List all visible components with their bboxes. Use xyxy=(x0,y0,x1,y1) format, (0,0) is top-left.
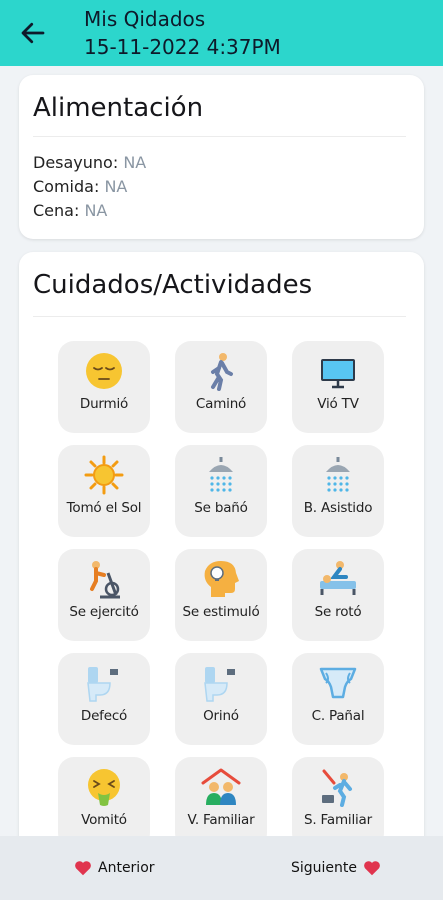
toilet-icon xyxy=(87,667,118,702)
care-divider xyxy=(33,316,406,317)
tile-label: Defecó xyxy=(80,708,128,724)
toilet-icon xyxy=(204,667,235,702)
shower-icon xyxy=(209,457,233,492)
tile-se-roto[interactable]: Se rotó xyxy=(292,549,384,641)
food-card: Alimentación Desayuno: NA Comida: NA Cen… xyxy=(19,75,424,239)
tile-se-estimulo[interactable]: Se estimuló xyxy=(175,549,267,641)
app-header: Mis Qidados 15-11-2022 4:37PM xyxy=(0,0,443,66)
shower-icon xyxy=(326,457,350,492)
tile-se-ejercito[interactable]: Se ejercitó xyxy=(58,549,150,641)
meal-label: Desayuno: xyxy=(33,153,119,172)
sleeping-face-icon xyxy=(86,353,122,389)
tile-label: Caminó xyxy=(195,396,247,412)
tile-durmio[interactable]: Durmió xyxy=(58,341,150,433)
tile-tomo-sol[interactable]: Tomó el Sol xyxy=(58,445,150,537)
food-card-title: Alimentación xyxy=(33,93,204,123)
tile-label: Orinó xyxy=(203,708,239,724)
tile-bano-asistido[interactable]: B. Asistido xyxy=(292,445,384,537)
sun-icon xyxy=(84,455,124,495)
meal-lunch: Comida: NA xyxy=(33,176,127,198)
meal-label: Comida: xyxy=(33,177,100,196)
heart-icon xyxy=(364,861,380,876)
previous-label: Anterior xyxy=(98,860,155,876)
family-house-icon xyxy=(201,768,241,805)
previous-button[interactable]: Anterior xyxy=(74,858,155,878)
page-title: Mis Qidados xyxy=(84,7,206,31)
tile-label: Se estimuló xyxy=(182,604,260,620)
tile-label: Durmió xyxy=(79,396,129,412)
food-divider xyxy=(33,136,406,137)
patient-bed-icon xyxy=(320,561,356,595)
meal-value: NA xyxy=(84,201,108,220)
meal-value: NA xyxy=(123,153,147,172)
page-datetime: 15-11-2022 4:37PM xyxy=(84,35,281,59)
tv-monitor-icon xyxy=(321,359,355,389)
tile-label: Vió TV xyxy=(317,396,359,412)
meal-breakfast: Desayuno: NA xyxy=(33,152,146,174)
person-leaving-icon xyxy=(322,769,352,807)
tile-label: S. Familiar xyxy=(304,812,372,828)
tile-camino[interactable]: Caminó xyxy=(175,341,267,433)
tile-label: Tomó el Sol xyxy=(66,500,142,516)
diaper-icon xyxy=(319,667,357,699)
tile-label: Vomitó xyxy=(81,812,127,828)
care-card-title: Cuidados/Actividades xyxy=(33,270,313,300)
care-card: Cuidados/Actividades Durmió Caminó Vió T… xyxy=(19,252,424,852)
meal-label: Cena: xyxy=(33,201,80,220)
tile-defeco[interactable]: Defecó xyxy=(58,653,150,745)
tile-vio-tv[interactable]: Vió TV xyxy=(292,341,384,433)
arrow-left-icon[interactable] xyxy=(18,18,48,48)
meal-dinner: Cena: NA xyxy=(33,200,107,222)
tile-se-bano[interactable]: Se bañó xyxy=(175,445,267,537)
tile-label: V. Familiar xyxy=(187,812,255,828)
next-button[interactable]: Siguiente xyxy=(291,858,381,878)
tile-label: Se ejercitó xyxy=(69,604,139,620)
walking-person-icon xyxy=(211,353,233,391)
heart-icon xyxy=(75,861,91,876)
tile-label: C. Pañal xyxy=(311,708,365,724)
bottom-nav: Anterior Siguiente xyxy=(0,836,443,900)
tile-orino[interactable]: Orinó xyxy=(175,653,267,745)
tile-label: Se bañó xyxy=(194,500,248,516)
tile-label: Se rotó xyxy=(314,604,362,620)
head-lightbulb-icon xyxy=(204,561,239,597)
exercise-bike-icon xyxy=(90,561,120,599)
tile-label: B. Asistido xyxy=(303,500,373,516)
tile-cambio-panal[interactable]: C. Pañal xyxy=(292,653,384,745)
meal-value: NA xyxy=(104,177,128,196)
vomiting-face-icon xyxy=(88,769,120,806)
next-label: Siguiente xyxy=(291,860,358,876)
